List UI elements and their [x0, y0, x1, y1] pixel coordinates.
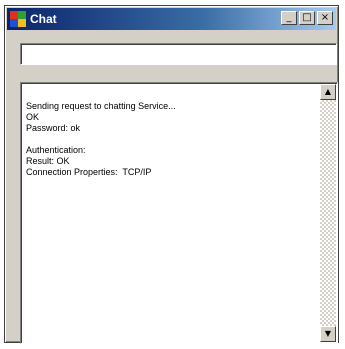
chat-log-line: Sending request to chatting Service... — [26, 101, 176, 111]
chat-output-area[interactable]: Sending request to chatting Service... OK… — [20, 82, 338, 344]
title-buttons: _ □ × — [281, 11, 333, 25]
title-bar[interactable]: Chat _ □ × — [7, 8, 336, 30]
message-input[interactable] — [21, 44, 336, 64]
scroll-down-button[interactable]: ▼ — [320, 326, 336, 342]
chat-window: Chat _ □ × Sending request to chatting S… — [4, 5, 339, 344]
close-button[interactable]: × — [317, 11, 333, 25]
chat-log-line — [26, 134, 315, 145]
scroll-up-button[interactable]: ▲ — [320, 84, 336, 100]
chat-log-line: OK — [26, 112, 40, 122]
maximize-button[interactable]: □ — [299, 11, 315, 25]
minimize-button[interactable]: _ — [281, 11, 297, 25]
chat-log-line: Password: ok — [26, 123, 81, 133]
chat-log-line: Authentication: — [26, 145, 86, 155]
chat-log-line: Connection Properties: TCP/IP — [26, 167, 152, 177]
chat-log: Sending request to chatting Service... OK… — [26, 101, 315, 178]
app-icon — [10, 11, 26, 27]
chat-log-line: Result: OK — [26, 156, 70, 166]
window-title: Chat — [30, 12, 57, 26]
vertical-scrollbar[interactable]: ▲ ▼ — [320, 84, 336, 342]
message-input-box — [20, 43, 337, 65]
